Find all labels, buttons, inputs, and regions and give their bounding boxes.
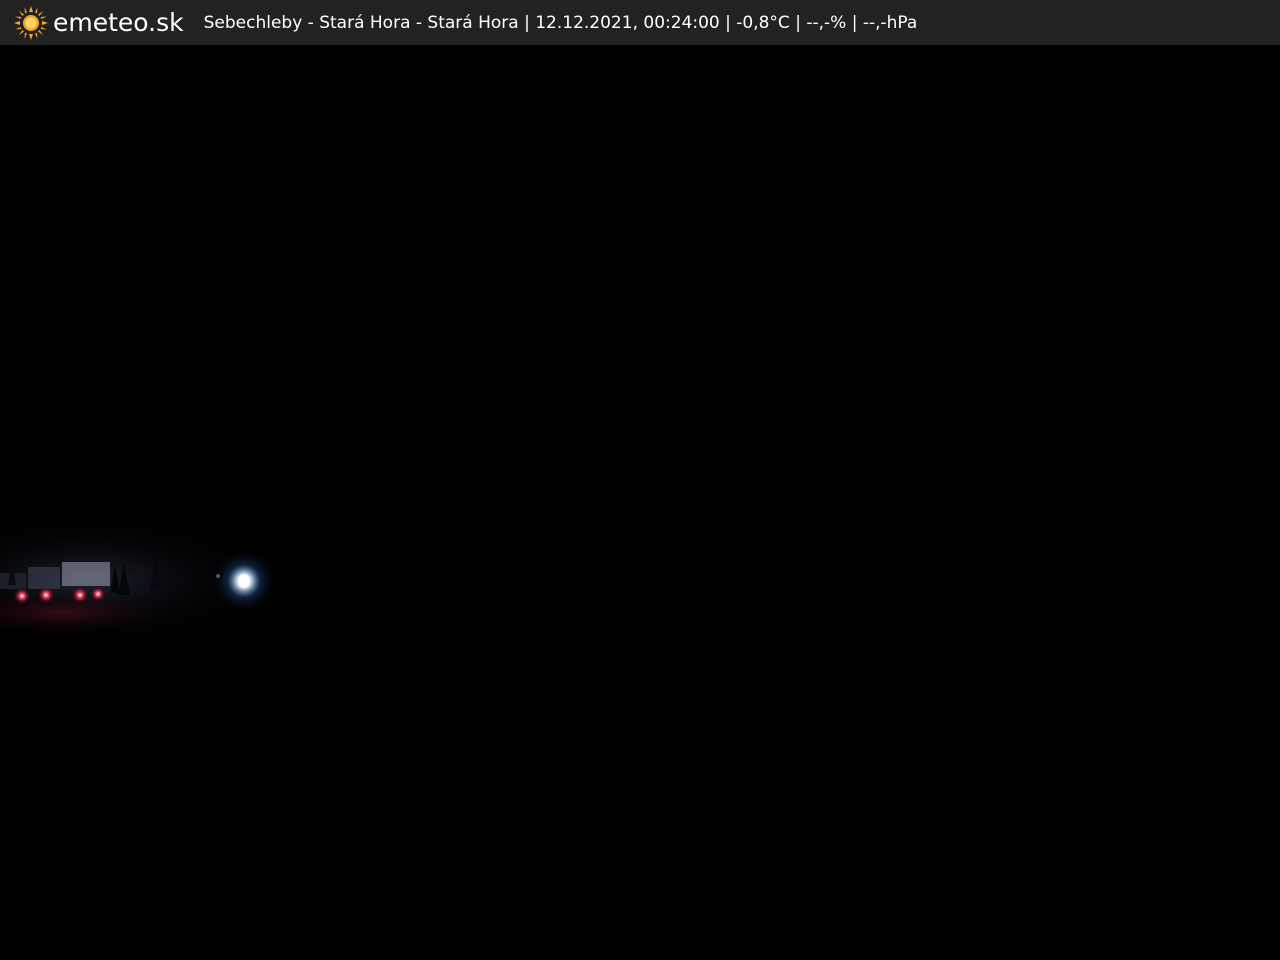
red-light: [37, 586, 55, 604]
header-bar: emeteo.sk Sebechleby - Stará Hora - Star…: [0, 0, 1280, 45]
logo[interactable]: emeteo.sk: [14, 0, 184, 45]
night-scene: [0, 45, 1280, 960]
distant-building-left: [28, 567, 60, 589]
webcam-page: emeteo.sk Sebechleby - Stará Hora - Star…: [0, 0, 1280, 960]
distant-building: [62, 562, 110, 586]
red-light: [13, 587, 31, 605]
sun-icon: [14, 5, 48, 40]
red-light: [71, 586, 89, 604]
webcam-image: [0, 45, 1280, 960]
street-lamp: [238, 574, 250, 588]
webcam-caption: Sebechleby - Stará Hora - Stará Hora | 1…: [203, 12, 918, 33]
brand-name: emeteo.sk: [53, 8, 184, 37]
red-light: [90, 586, 106, 602]
